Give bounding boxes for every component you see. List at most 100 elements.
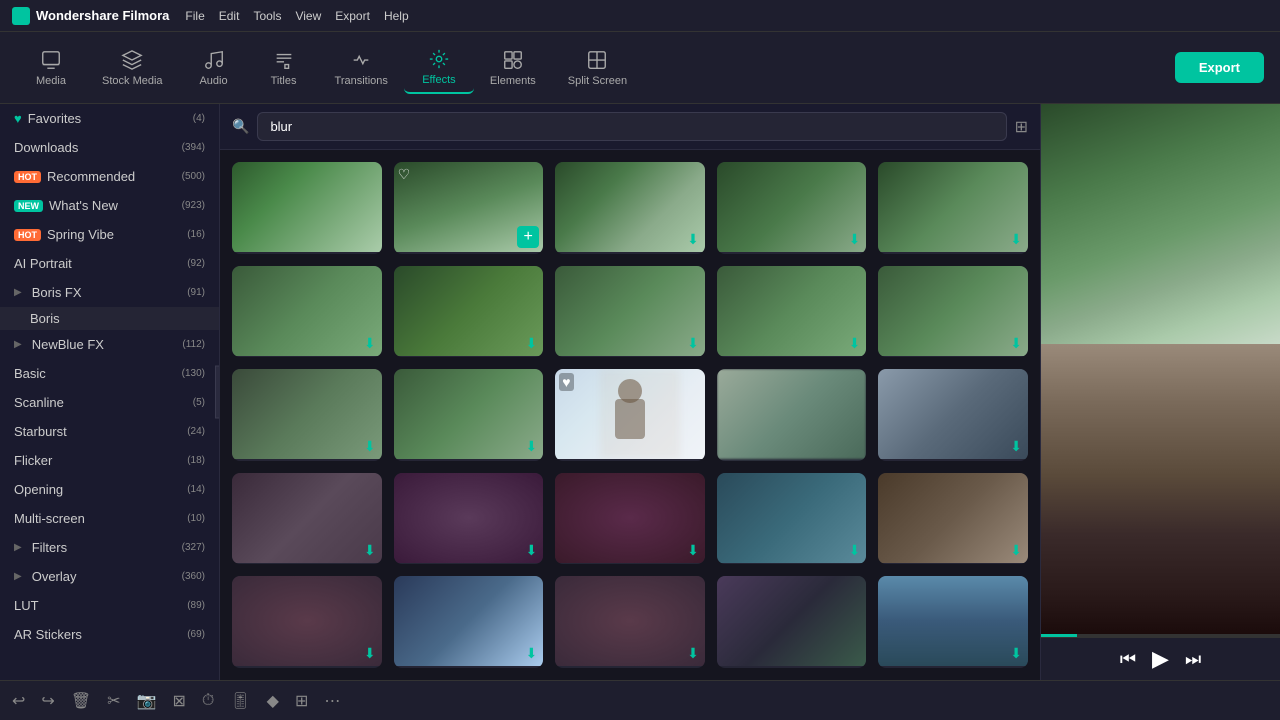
favorite-button-blur2[interactable]: ♡	[398, 166, 411, 183]
toolbar-titles-label: Titles	[271, 75, 297, 87]
cut-button[interactable]: ✂	[107, 691, 120, 711]
more-button[interactable]: ⋯	[324, 691, 340, 711]
prev-button[interactable]: ⏮	[1120, 649, 1136, 670]
effect-card-scanline-blur[interactable]: ⬇ ScanLine Blur	[717, 473, 867, 565]
sidebar-item-whats-new[interactable]: NEW What's New (923)	[0, 191, 219, 220]
main-toolbar: Media Stock Media Audio Titles Transitio…	[0, 32, 1280, 104]
effect-label-bokeh8: Bokeh Blur 8	[394, 459, 544, 461]
add-button-blur2[interactable]: +	[517, 226, 539, 248]
menu-tools[interactable]: Tools	[253, 9, 281, 23]
menu-view[interactable]: View	[295, 9, 321, 23]
menu-export[interactable]: Export	[335, 9, 370, 23]
download-icon-square: ⬇	[1010, 542, 1022, 559]
effect-card-bokeh4[interactable]: ⬇ Bokeh Blur 4	[717, 266, 867, 358]
effect-card-bokeh8[interactable]: ⬇ Bokeh Blur 8	[394, 369, 544, 461]
toolbar-transitions[interactable]: Transitions	[319, 43, 404, 93]
effect-card-rotate[interactable]: ⬇ Rotate Blur	[555, 473, 705, 565]
sidebar-item-starburst[interactable]: Starburst (24)	[0, 417, 219, 446]
toolbar-media[interactable]: Media	[16, 43, 86, 93]
sidebar-item-newblue[interactable]: ▶ NewBlue FX (112)	[0, 330, 219, 359]
effect-label-blur2: Blur 2	[394, 252, 544, 254]
sidebar-item-favorites[interactable]: ♥ Favorites (4)	[0, 104, 219, 133]
toolbar-elements[interactable]: Elements	[474, 43, 552, 93]
sidebar-item-spring-vibe[interactable]: HOT Spring Vibe (16)	[0, 220, 219, 249]
play-button[interactable]: ▶	[1152, 646, 1169, 672]
effect-card-bokeh5[interactable]: ⬇ Bokeh Blur 5	[878, 266, 1028, 358]
menu-help[interactable]: Help	[384, 9, 409, 23]
sidebar-item-overlay[interactable]: ▶ Overlay (360)	[0, 562, 219, 591]
sidebar-item-ai-portrait[interactable]: AI Portrait (92)	[0, 249, 219, 278]
export-button[interactable]: Export	[1175, 52, 1264, 83]
sidebar-lut-count: (89)	[187, 600, 205, 611]
toolbar-stock[interactable]: Stock Media	[86, 43, 179, 93]
menu-edit[interactable]: Edit	[219, 9, 240, 23]
menu-file[interactable]: File	[185, 9, 204, 23]
search-input[interactable]	[257, 112, 1006, 141]
sidebar-item-basic[interactable]: Basic (130)	[0, 359, 219, 388]
keyframe-button[interactable]: ◆	[267, 691, 279, 711]
effect-card-dispersion[interactable]: ⬇ Dispersion Blur	[394, 473, 544, 565]
redo-button[interactable]: ↪	[41, 691, 54, 711]
crop-button[interactable]: ⊞	[295, 691, 308, 711]
effect-card-square[interactable]: ⬇ Square Blur	[878, 473, 1028, 565]
effect-thumb-explosion: ⬇	[878, 576, 1028, 666]
effect-card-tilt[interactable]: ⬇ Tilt-shift Linear	[394, 576, 544, 668]
download-icon-desfoque: ⬇	[525, 335, 537, 352]
effect-label-bokeh5: Bokeh Blur 5	[878, 356, 1028, 358]
toolbar-split[interactable]: Split Screen	[552, 43, 643, 93]
effect-label-updown: Up-Down 2	[717, 666, 867, 668]
effect-card-bokeh6[interactable]: ⬇ Bokeh Blur 6	[555, 266, 705, 358]
sidebar-downloads-count: (394)	[182, 142, 205, 153]
effect-card-btoc[interactable]: ⬇ Blur to Clear	[232, 576, 382, 668]
sidebar-item-ar[interactable]: AR Stickers (69)	[0, 620, 219, 649]
toolbar-effects[interactable]: Effects	[404, 42, 474, 94]
audio-edit-button[interactable]: 🎚	[230, 691, 250, 711]
effects-icon	[428, 48, 450, 70]
hot-badge-spring: HOT	[14, 229, 41, 241]
effect-card-amplash[interactable]: ⬇ AmPlash	[555, 576, 705, 668]
next-button[interactable]: ⏭	[1185, 649, 1201, 670]
effect-card-updown[interactable]: Up-Down 2	[717, 576, 867, 668]
sidebar-overlay-label: Overlay	[32, 569, 77, 584]
sidebar-item-flicker[interactable]: Flicker (18)	[0, 446, 219, 475]
sidebar-item-multi[interactable]: Multi-screen (10)	[0, 504, 219, 533]
effect-card-direction[interactable]: ♥ Direction blur	[555, 369, 705, 461]
sidebar-item-scanline[interactable]: Scanline (5)	[0, 388, 219, 417]
sidebar-item-recommended[interactable]: HOT Recommended (500)	[0, 162, 219, 191]
effect-thumb-tilt: ⬇	[394, 576, 544, 666]
sidebar-item-lut[interactable]: LUT (89)	[0, 591, 219, 620]
effect-thumb-bokeh2: ⬇	[232, 369, 382, 459]
speed-button[interactable]: ⏱	[202, 692, 214, 710]
effect-card-bokeh1[interactable]: ⬇ Bokeh Blur 1	[717, 162, 867, 254]
effect-label-dispersion: Dispersion Blur	[394, 563, 544, 565]
effect-card-bokeh3[interactable]: ⬇ Bokeh Blur 3	[555, 162, 705, 254]
chevron-filters: ▶	[14, 542, 22, 553]
sidebar-item-filters[interactable]: ▶ Filters (327)	[0, 533, 219, 562]
effect-card-slant[interactable]: ⬇ Slant Blur	[878, 369, 1028, 461]
effect-card-blur[interactable]: Blur	[232, 162, 382, 254]
effect-card-blur2[interactable]: ♡ + Blur 2	[394, 162, 544, 254]
detach-button[interactable]: ⊠	[172, 691, 185, 711]
effect-card-grainy[interactable]: ⬇ Grainy Blur	[232, 473, 382, 565]
effect-card-bokeh2[interactable]: ⬇ Bokeh Blur 2	[232, 369, 382, 461]
toolbar-audio[interactable]: Audio	[179, 43, 249, 93]
sidebar-item-opening[interactable]: Opening (14)	[0, 475, 219, 504]
snapshot-button[interactable]: 📷	[137, 691, 157, 711]
toolbar-titles[interactable]: Titles	[249, 43, 319, 93]
effect-card-explosion[interactable]: ⬇ Blue Explosion	[878, 576, 1028, 668]
chevron-newblue: ▶	[14, 339, 22, 350]
effect-card-bokeh10[interactable]: ⬇ Bokeh Blur 10	[878, 162, 1028, 254]
effect-label-bokeh6: Bokeh Blur 6	[555, 356, 705, 358]
undo-button[interactable]: ↩	[12, 691, 25, 711]
effect-card-basic-blur[interactable]: Basic Blur	[717, 369, 867, 461]
delete-button[interactable]: 🗑	[71, 691, 91, 711]
sidebar-item-downloads[interactable]: Downloads (394)	[0, 133, 219, 162]
effect-card-bokeh9[interactable]: ⬇ Bokeh Blur 9	[232, 266, 382, 358]
effects-grid: Blur ♡ + Blur 2 ⬇ Bokeh Blur 3 ⬇ Boke	[220, 150, 1040, 680]
effect-card-desfoque[interactable]: ⬇ Desenfoque de bokeh...	[394, 266, 544, 358]
sidebar-whatsnew-count: (923)	[182, 200, 205, 211]
grid-toggle-icon[interactable]: ⊞	[1015, 117, 1028, 137]
sidebar-item-boris-fx[interactable]: ▶ Boris FX (91)	[0, 278, 219, 307]
toolbar-elements-label: Elements	[490, 75, 536, 87]
split-icon	[586, 49, 608, 71]
